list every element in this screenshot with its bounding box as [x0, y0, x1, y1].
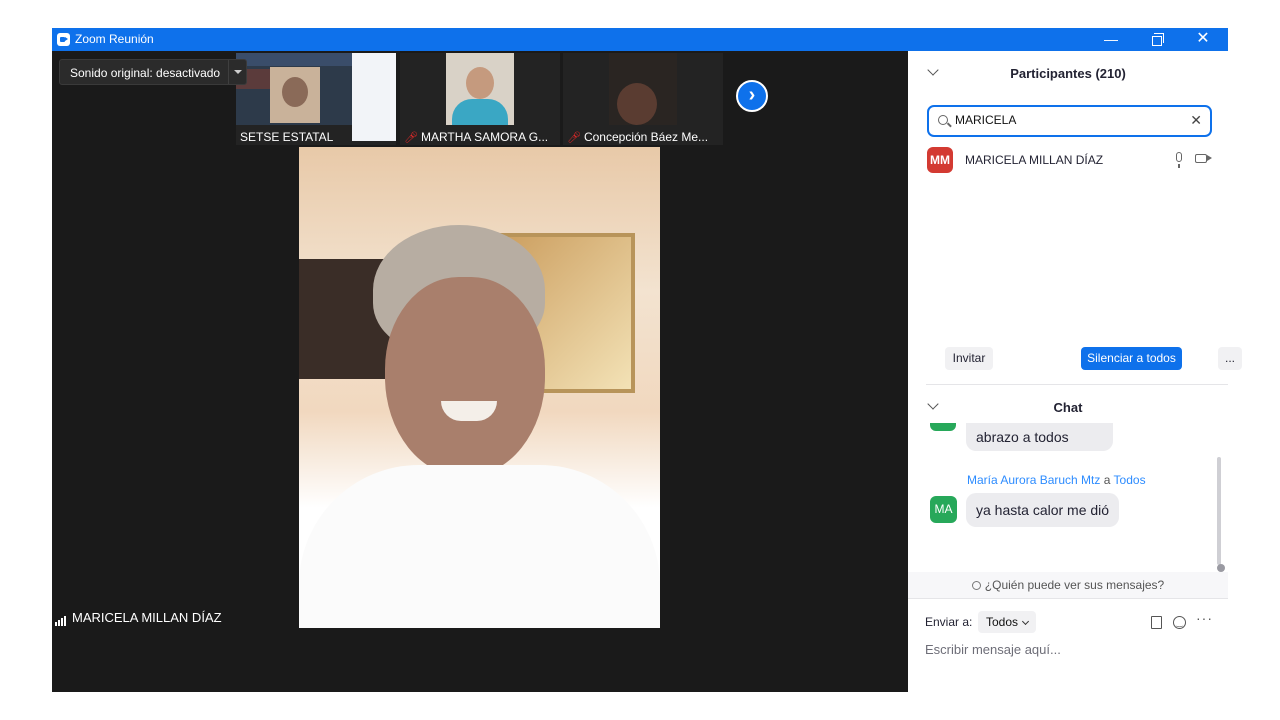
recipient-dropdown[interactable]: Todos — [978, 611, 1037, 633]
search-input[interactable] — [955, 113, 1175, 127]
mic-muted-icon: 🎤︎ — [567, 132, 581, 144]
shared-screen-video — [236, 53, 352, 125]
search-icon — [938, 115, 948, 125]
zoom-window: Zoom Reunión — ✕ SETSE ESTATAL 🎤︎ MARTHA … — [52, 28, 1242, 692]
invite-button[interactable]: Invitar — [945, 347, 993, 370]
chat-message: ya hasta calor me dió — [966, 493, 1120, 527]
chevron-down-icon[interactable] — [228, 60, 246, 84]
thumbnail-name: SETSE ESTATAL — [240, 130, 334, 144]
zoom-app-icon — [57, 33, 70, 46]
active-speaker-video — [299, 147, 660, 628]
speaker-name: MARICELA MILLAN DÍAZ — [72, 610, 222, 625]
more-icon[interactable]: ··· — [1196, 610, 1213, 626]
thumbnail-name: Concepción Báez Me... — [583, 130, 709, 144]
divider — [908, 598, 1228, 599]
chat-header: Chat — [908, 395, 1228, 419]
to-word: a — [1103, 473, 1111, 487]
participant-video — [446, 53, 514, 125]
restore-icon — [1152, 33, 1164, 46]
participant-search[interactable]: ✕ — [927, 105, 1212, 137]
scrollbar-thumb[interactable] — [1217, 564, 1225, 572]
participants-header: Participantes (210) — [908, 61, 1228, 85]
chat-sender-line: María Aurora Baruch Mtz a Todos — [967, 473, 1146, 487]
participant-row[interactable]: MM MARICELA MILLAN DÍAZ — [927, 147, 1217, 173]
divider — [926, 384, 1228, 385]
file-icon[interactable] — [1151, 616, 1162, 629]
avatar: MM — [927, 147, 953, 173]
window-title: Zoom Reunión — [75, 32, 154, 46]
chevron-down-icon — [1021, 617, 1030, 626]
person-icon — [971, 581, 981, 590]
speaker-name-label: MARICELA MILLAN DÍAZ — [55, 610, 222, 626]
signal-strength-icon — [55, 611, 67, 626]
send-to-label: Enviar a: — [925, 615, 973, 629]
participant-thumbnail[interactable]: 🎤︎ MARTHA SAMORA G... — [400, 53, 560, 145]
original-sound-label: Sonido original: desactivado — [70, 66, 221, 80]
participants-title: Participantes (210) — [1010, 66, 1126, 81]
microphone-icon[interactable] — [1176, 152, 1182, 168]
mute-all-button[interactable]: Silenciar a todos — [1081, 347, 1182, 370]
chat-messages: abrazo a todos María Aurora Baruch Mtz a… — [908, 423, 1228, 571]
video-camera-icon[interactable] — [1195, 154, 1212, 163]
next-page-button[interactable]: › — [736, 80, 768, 112]
participant-name: MARICELA MILLAN DÍAZ — [965, 153, 1104, 167]
minimize-button[interactable]: — — [1088, 28, 1134, 51]
close-button[interactable]: ✕ — [1180, 28, 1226, 51]
side-panel: Participantes (210) ✕ MM MARICELA MILLAN… — [908, 51, 1242, 692]
title-bar: Zoom Reunión — ✕ — [52, 28, 1228, 51]
who-can-see-text: ¿Quién puede ver sus mensajes? — [984, 578, 1165, 592]
avatar — [930, 423, 956, 431]
video-area: SETSE ESTATAL 🎤︎ MARTHA SAMORA G... 🎤︎ Con… — [52, 51, 908, 692]
recipient-value: Todos — [986, 615, 1019, 629]
chat-message-input[interactable] — [925, 642, 1215, 657]
participant-thumbnail[interactable]: SETSE ESTATAL — [236, 53, 396, 145]
participant-thumbnail[interactable]: 🎤︎ Concepción Báez Me... — [563, 53, 723, 145]
recipient-name[interactable]: Todos — [1114, 473, 1146, 487]
clear-search-icon[interactable]: ✕ — [1190, 112, 1202, 129]
original-sound-toggle[interactable]: Sonido original: desactivado — [59, 59, 247, 85]
who-can-see-link[interactable]: ¿Quién puede ver sus mensajes? — [908, 572, 1228, 598]
chat-scrollbar[interactable] — [1217, 457, 1221, 565]
thumbnail-name: MARTHA SAMORA G... — [420, 130, 549, 144]
mic-muted-icon: 🎤︎ — [404, 132, 418, 144]
chat-title: Chat — [1053, 400, 1083, 415]
more-options-button[interactable]: ... — [1218, 347, 1242, 370]
chat-message: abrazo a todos — [966, 423, 1113, 451]
emoji-icon[interactable]: ‿ — [1173, 616, 1186, 629]
restore-button[interactable] — [1134, 28, 1180, 51]
avatar: MA — [930, 496, 957, 523]
document-preview — [352, 53, 396, 141]
sender-name[interactable]: María Aurora Baruch Mtz — [967, 473, 1100, 487]
participant-video — [609, 53, 677, 125]
